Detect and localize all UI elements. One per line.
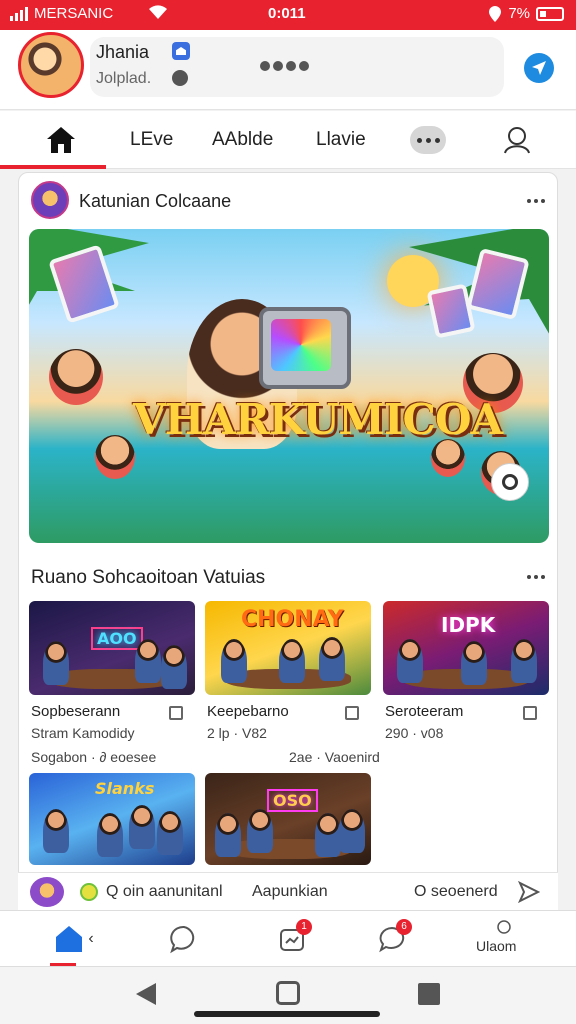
- profile-name: Jhania: [96, 42, 150, 62]
- page-name[interactable]: Katunian Colcaane: [79, 191, 231, 212]
- avatar[interactable]: [18, 32, 84, 98]
- post-card: Katunian Colcaane VHARKUMICOA Ruano Sohc…: [18, 172, 558, 910]
- video-thumbnail[interactable]: CHONAY: [205, 601, 371, 695]
- profile-status: Jolplad.: [96, 70, 152, 87]
- nav-profile[interactable]: [486, 917, 522, 937]
- second-label[interactable]: O seoenerd: [414, 883, 498, 901]
- battery-icon: [536, 6, 564, 21]
- tab-home[interactable]: [46, 111, 76, 169]
- system-nav: [0, 966, 576, 1024]
- share-button[interactable]: [524, 53, 554, 83]
- kid-character: [431, 439, 465, 477]
- video-meta: 290 · v08: [385, 725, 444, 741]
- status-right: 7%: [488, 5, 564, 22]
- video-thumbnail[interactable]: IDPK: [383, 601, 549, 695]
- send-icon: [532, 61, 546, 75]
- active-tab-indicator: [0, 165, 106, 169]
- typing-dots-icon: [260, 61, 309, 71]
- tab-chat[interactable]: [410, 111, 446, 169]
- home-button[interactable]: [276, 981, 300, 1005]
- location-icon: [489, 5, 502, 22]
- hero-title: VHARKUMICOA: [133, 395, 503, 444]
- video-meta: 2 lp · V82: [207, 725, 267, 741]
- section-more-icon[interactable]: [527, 575, 545, 579]
- home-icon: [56, 926, 83, 952]
- comment-bar: Q oin aanunitanl Aapunkian O seoenerd: [18, 872, 558, 910]
- carrier-group: MERSANIC: [10, 5, 113, 22]
- tab-third[interactable]: Llavie: [316, 111, 366, 169]
- video-thumbnail[interactable]: AOO: [29, 601, 195, 695]
- video-title[interactable]: Keepebarno: [207, 703, 289, 720]
- privacy-icon: [172, 70, 188, 86]
- back-button[interactable]: [136, 983, 156, 1005]
- recents-button[interactable]: [418, 983, 440, 1005]
- person-icon: [504, 127, 530, 154]
- video-thumbnail[interactable]: Slanks: [29, 773, 195, 865]
- profile-card[interactable]: Jhania Jolplad.: [90, 37, 504, 97]
- tv-graphic: [259, 307, 351, 389]
- tab-mobile[interactable]: AAblde: [212, 111, 273, 169]
- emoji-icon[interactable]: [80, 883, 98, 901]
- nav-messages[interactable]: [164, 919, 204, 959]
- chat-bubble-icon: [410, 126, 446, 154]
- rotate-icon: [502, 474, 518, 490]
- neon-sign: IDPK: [441, 613, 496, 637]
- commenter-avatar[interactable]: [30, 877, 64, 907]
- section-footer-right: 2ae · Vaoenird: [289, 749, 380, 765]
- section-title: Ruano Sohcaoitoan Vatuias: [31, 567, 266, 588]
- kid-character: [49, 349, 103, 405]
- tab-live[interactable]: LEve: [130, 111, 173, 169]
- status-bar: MERSANIC 0:011 7%: [0, 0, 576, 30]
- expand-button[interactable]: [491, 463, 529, 501]
- comment-input[interactable]: Q oin aanunitanl: [106, 883, 223, 901]
- hero-image[interactable]: VHARKUMICOA: [29, 229, 549, 543]
- kid-character: [95, 435, 135, 479]
- photo-frame-left: [48, 244, 120, 324]
- send-icon[interactable]: [518, 881, 540, 903]
- save-icon[interactable]: [345, 706, 359, 720]
- more-options-icon[interactable]: [527, 199, 545, 203]
- notifications-badge: 6: [396, 919, 412, 935]
- neon-sign: CHONAY: [241, 607, 344, 632]
- battery-percent: 7%: [508, 5, 530, 22]
- signal-icon: [10, 6, 28, 21]
- profile-circle-icon: [497, 920, 511, 934]
- neon-sign: Slanks: [95, 779, 155, 798]
- bottom-nav: ‹ 1 6 Ulaom: [0, 910, 576, 966]
- page-avatar[interactable]: [31, 181, 69, 219]
- top-tabs: LEve AAblde Llavie: [0, 111, 576, 169]
- home-badge-icon: [172, 42, 190, 60]
- clock: 0:011: [268, 5, 306, 22]
- gesture-bar[interactable]: [194, 1011, 380, 1017]
- section-footer-left: Sogabon · ∂ eoesee: [31, 749, 157, 765]
- inbox-badge: 1: [296, 919, 312, 935]
- tab-profile[interactable]: [502, 111, 532, 169]
- message-icon: [170, 925, 195, 954]
- save-icon[interactable]: [169, 706, 183, 720]
- save-icon[interactable]: [523, 706, 537, 720]
- chevron-left-icon: ‹: [88, 930, 94, 947]
- video-meta: Stram Kamodidy: [31, 725, 135, 741]
- carrier-name: MERSANIC: [34, 5, 114, 22]
- reply-label[interactable]: Aapunkian: [252, 883, 328, 901]
- nav-notifications[interactable]: 6: [372, 919, 412, 959]
- neon-sign: AOO: [91, 627, 143, 650]
- neon-sign: OSO: [267, 789, 318, 812]
- wifi-icon: [149, 5, 167, 19]
- nav-home[interactable]: ‹: [44, 919, 104, 959]
- nav-inbox[interactable]: 1: [272, 919, 312, 959]
- profile-header: Jhania Jolplad.: [0, 30, 576, 110]
- video-thumbnail[interactable]: OSO: [205, 773, 371, 865]
- home-icon: [47, 127, 75, 153]
- video-title[interactable]: Sopbeserann: [31, 703, 120, 720]
- video-title[interactable]: Seroteeram: [385, 703, 463, 720]
- nav-profile-label[interactable]: Ulaom: [476, 938, 516, 954]
